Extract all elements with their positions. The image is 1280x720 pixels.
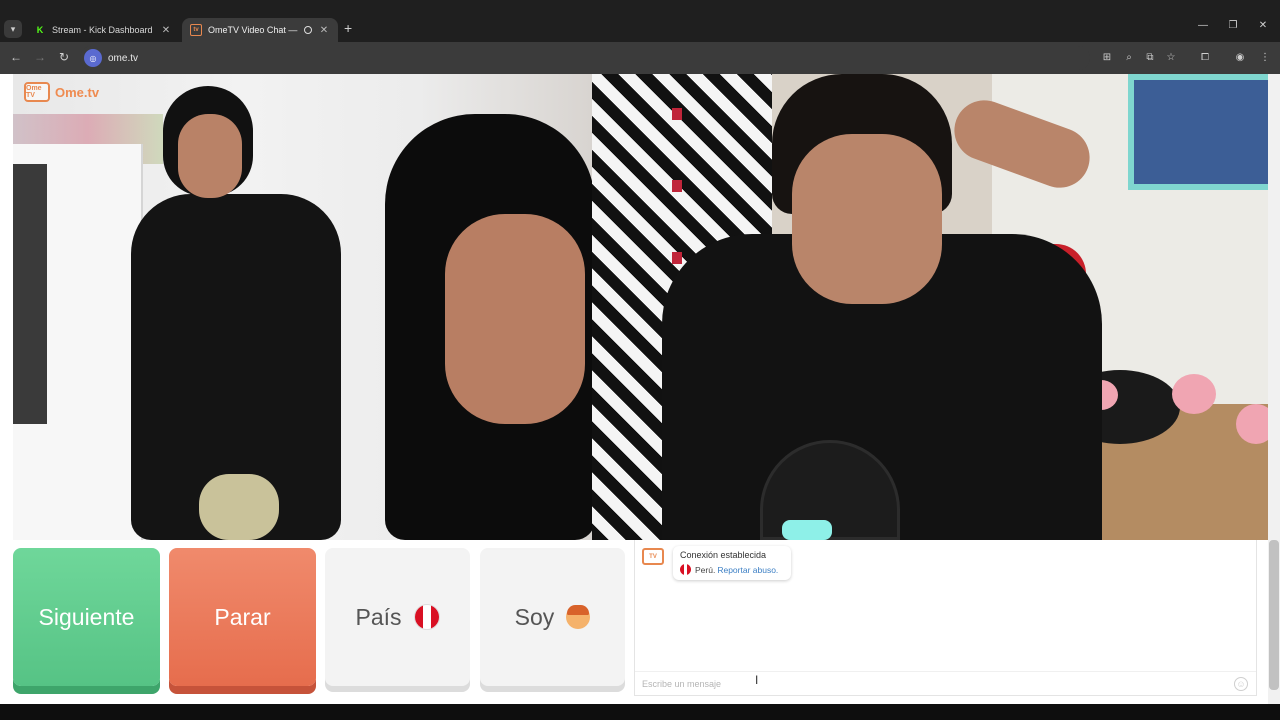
profile-icon[interactable]: ◉: [1233, 52, 1247, 63]
connection-status: Conexión establecida: [680, 550, 767, 560]
kick-favicon-icon: K: [36, 25, 44, 35]
remote-video: Ome TV Ome.tv: [13, 74, 592, 540]
menu-kebab-icon[interactable]: ⋮: [1258, 52, 1272, 63]
browser-toolbar: ← → ↻ ◎ ome.tv ⊞ ⌕ ⧉ ☆ ⧠ ◉ ⋮: [0, 42, 1280, 74]
chat-panel: TV Conexión establecida Perú. Reportar a…: [634, 540, 1257, 696]
emoji-picker-icon[interactable]: ☺: [1234, 677, 1248, 691]
close-window-icon[interactable]: ✕: [1248, 20, 1278, 31]
tv-logo-icon: Ome TV: [24, 82, 50, 102]
partner-country: Perú.: [695, 564, 716, 575]
bottom-edge: [0, 704, 1280, 720]
stop-button[interactable]: Parar: [169, 548, 316, 686]
url-text: ome.tv: [108, 52, 139, 64]
tab-kick-dashboard[interactable]: K Stream - Kick Dashboard ✕: [26, 18, 180, 42]
new-tab-button[interactable]: +: [344, 20, 352, 36]
country-label: País: [355, 603, 402, 630]
tab-title: Stream - Kick Dashboard: [52, 25, 153, 35]
extensions-icon[interactable]: ⧠: [1198, 52, 1212, 63]
report-abuse-link[interactable]: Reportar abuso.: [717, 565, 778, 575]
boy-emoji-icon: [566, 605, 591, 629]
ometv-page: Ome TV Ome.tv Siguiente Parar País Soy T…: [0, 74, 1280, 704]
gender-selector[interactable]: Soy: [480, 548, 625, 686]
local-video: [592, 74, 1280, 540]
ometv-logo: Ome TV Ome.tv: [24, 82, 99, 102]
peru-flag-icon: [680, 564, 691, 575]
peru-flag-icon: [413, 604, 440, 630]
close-tab-icon[interactable]: ✕: [318, 25, 330, 36]
country-selector[interactable]: País: [325, 548, 470, 686]
zoom-icon[interactable]: ⌕: [1122, 52, 1136, 63]
tab-title: OmeTV Video Chat — Ome: [208, 25, 300, 35]
bookmark-star-icon[interactable]: ☆: [1164, 52, 1178, 63]
ometv-chat-logo-icon: TV: [642, 548, 664, 565]
next-button-label: Siguiente: [38, 603, 135, 630]
text-cursor-icon: I: [755, 673, 759, 687]
ometv-favicon-icon: tv: [190, 24, 202, 36]
maximize-icon[interactable]: ❐: [1218, 20, 1248, 31]
partner-country-line: Perú. Reportar abuso.: [680, 564, 784, 575]
back-icon[interactable]: ←: [8, 50, 24, 64]
system-message: Conexión establecida Perú. Reportar abus…: [673, 546, 791, 580]
site-info-icon[interactable]: ◎: [84, 49, 102, 67]
minimize-icon[interactable]: —: [1188, 20, 1218, 31]
cast-icon[interactable]: ⧉: [1143, 52, 1157, 63]
tab-search-chevron-icon[interactable]: ▾: [4, 20, 22, 38]
translate-icon[interactable]: ⊞: [1100, 52, 1114, 63]
address-bar[interactable]: ◎ ome.tv: [80, 46, 1090, 70]
tab-strip: ▾ K Stream - Kick Dashboard ✕ tv OmeTV V…: [0, 0, 1280, 42]
logo-text: Ome.tv: [55, 84, 100, 100]
tab-ometv[interactable]: tv OmeTV Video Chat — Ome ✕: [182, 18, 338, 42]
recording-indicator-icon: [304, 26, 312, 34]
next-button[interactable]: Siguiente: [13, 548, 160, 686]
gender-label: Soy: [514, 603, 555, 630]
reload-icon[interactable]: ↻: [56, 50, 72, 64]
forward-icon[interactable]: →: [32, 50, 48, 64]
scrollbar-thumb[interactable]: [1269, 540, 1279, 690]
message-input[interactable]: [635, 671, 1256, 695]
close-tab-icon[interactable]: ✕: [160, 25, 172, 36]
stop-button-label: Parar: [214, 603, 271, 630]
